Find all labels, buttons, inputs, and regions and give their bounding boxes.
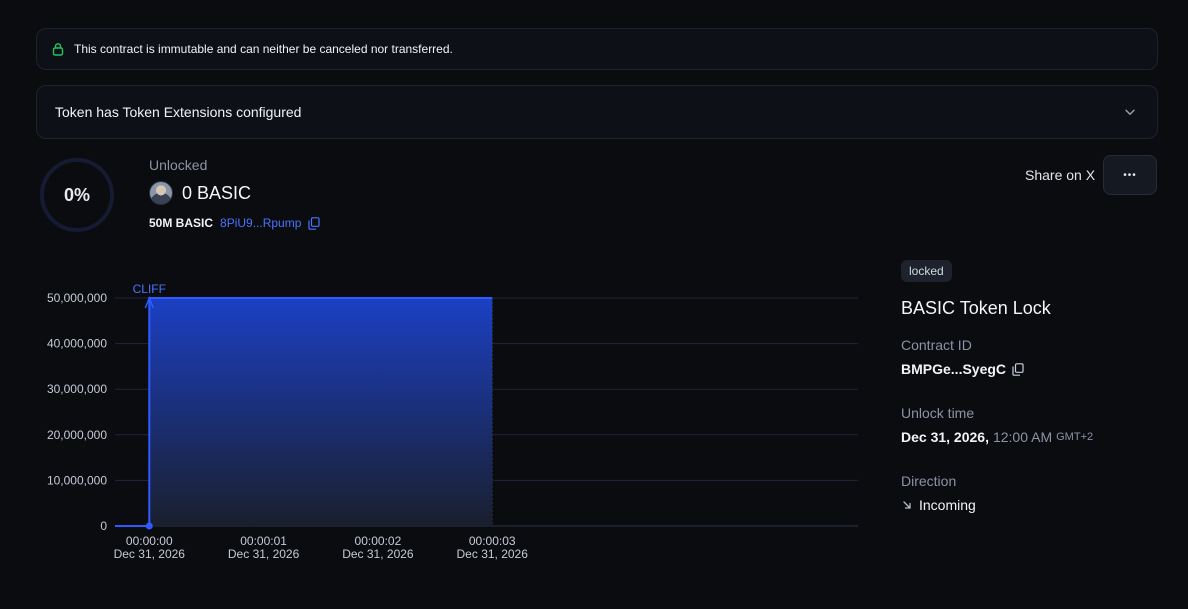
copy-icon[interactable] xyxy=(308,216,320,230)
y-tick-label: 20,000,000 xyxy=(47,428,107,442)
banner-text: This contract is immutable and can neith… xyxy=(74,42,453,56)
contract-id-value: BMPGe...SyegC xyxy=(901,361,1007,377)
x-tick-time: 00:00:02 xyxy=(355,534,402,548)
unlock-progress-ring: 0% xyxy=(40,158,114,232)
x-tick-date: Dec 31, 2026 xyxy=(457,547,529,561)
unlock-time-row: Dec 31, 2026, 12:00 AM GMT+2 xyxy=(901,429,1093,445)
chevron-down-icon[interactable] xyxy=(1123,105,1137,119)
mint-address-link[interactable]: 8PiU9...Rpump xyxy=(220,216,301,230)
more-options-icon: ••• xyxy=(1123,169,1137,181)
y-tick-label: 10,000,000 xyxy=(47,473,107,487)
unlocked-label: Unlocked xyxy=(149,157,208,173)
progress-percent: 0% xyxy=(63,184,90,205)
total-amount: 50M BASIC xyxy=(149,216,214,230)
unlock-schedule-chart: 0 10,000,000 20,000,000 30,000,000 40,000,00… xyxy=(47,282,858,561)
token-avatar xyxy=(149,181,173,205)
unlocked-amount-row: 0 BASIC xyxy=(149,181,251,205)
share-on-x-button[interactable]: Share on X xyxy=(1025,167,1095,183)
unlock-date: Dec 31, 2026, xyxy=(901,429,989,445)
x-tick-time: 00:00:01 xyxy=(240,534,287,548)
status-badge: locked xyxy=(901,260,952,282)
x-tick-time: 00:00:00 xyxy=(126,534,173,548)
x-tick-time: 00:00:03 xyxy=(469,534,516,548)
x-tick-date: Dec 31, 2026 xyxy=(228,547,300,561)
x-tick-date: Dec 31, 2026 xyxy=(342,547,414,561)
unlock-timezone: GMT+2 xyxy=(1056,431,1094,443)
contract-id-label: Contract ID xyxy=(901,337,972,353)
arrow-down-right-icon xyxy=(901,499,913,511)
y-tick-label: 50,000,000 xyxy=(47,291,107,305)
direction-label: Direction xyxy=(901,473,957,489)
y-tick-label: 40,000,000 xyxy=(47,337,107,351)
immutability-banner: This contract is immutable and can neith… xyxy=(36,28,1158,70)
contract-id-row: BMPGe...SyegC xyxy=(901,361,1024,377)
y-tick-label: 30,000,000 xyxy=(47,382,107,396)
direction-value: Incoming xyxy=(919,497,976,513)
copy-icon[interactable] xyxy=(1012,362,1024,376)
unlock-area-fill xyxy=(149,298,493,526)
token-extensions-label: Token has Token Extensions configured xyxy=(55,104,302,120)
direction-row: Incoming xyxy=(901,497,976,513)
x-tick-date: Dec 31, 2026 xyxy=(114,547,186,561)
unlock-time-label: Unlock time xyxy=(901,405,975,421)
more-options-button[interactable]: ••• xyxy=(1103,155,1157,195)
start-marker xyxy=(145,522,153,530)
lock-title: BASIC Token Lock xyxy=(901,298,1051,318)
token-info-row: 50M BASIC 8PiU9...Rpump xyxy=(149,216,320,230)
y-tick-label: 0 xyxy=(100,519,107,533)
cliff-annotation: CLIFF xyxy=(133,282,166,296)
lock-icon xyxy=(51,42,65,56)
token-extensions-accordion[interactable]: Token has Token Extensions configured xyxy=(36,85,1158,139)
unlock-clock: 12:00 AM xyxy=(992,429,1053,445)
unlocked-amount: 0 BASIC xyxy=(182,182,252,203)
